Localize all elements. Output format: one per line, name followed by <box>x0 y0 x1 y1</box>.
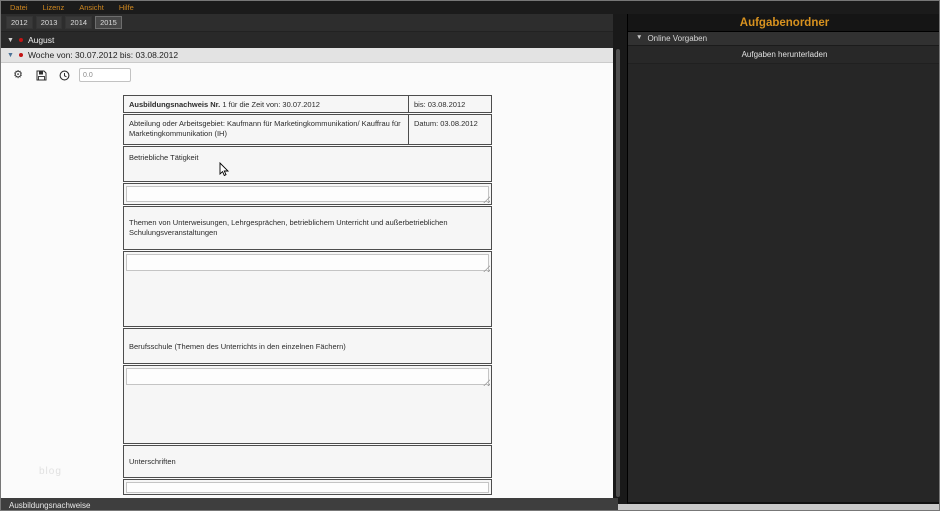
panel-title: Aufgabenordner <box>628 14 939 31</box>
section-label-themen: Themen von Unterweisungen, Lehrgespräche… <box>123 206 492 250</box>
status-text: Ausbildungsnachweise <box>9 500 91 510</box>
section-input-berufsschule <box>123 365 492 444</box>
chevron-down-icon[interactable]: ▼ <box>636 35 642 42</box>
week-group-row[interactable]: ▼ Woche von: 30.07.2012 bis: 03.08.2012 <box>1 48 613 63</box>
month-group-august[interactable]: ▼ August <box>1 32 613 48</box>
month-label: August <box>27 35 55 45</box>
download-tasks-button[interactable]: Aufgaben herunterladen <box>628 46 939 64</box>
week-toolbar: ⚙ <box>1 63 613 87</box>
report-bis-date: bis: 03.08.2012 <box>414 100 466 109</box>
tab-2013[interactable]: 2013 <box>35 15 63 30</box>
window-bottom-edge <box>618 504 939 510</box>
status-bar: Ausbildungsnachweise <box>1 498 618 510</box>
chevron-down-icon[interactable]: ▼ <box>7 52 14 59</box>
section-input-themen <box>123 251 492 327</box>
training-report-form: Ausbildungsnachweis Nr. 1 für die Zeit v… <box>123 95 492 496</box>
year-tab-bar: 2012 2013 2014 2015 <box>1 14 613 32</box>
menu-ansicht[interactable]: Ansicht <box>79 3 104 12</box>
tab-2015[interactable]: 2015 <box>95 15 122 30</box>
report-datum: Datum: 03.08.2012 <box>414 119 478 128</box>
online-vorgaben-group[interactable]: ▼ Online Vorgaben <box>628 31 939 46</box>
left-pane: 2012 2013 2014 2015 ▼ August ▼ Woche von… <box>1 14 613 498</box>
mouse-cursor-icon <box>219 162 230 177</box>
tab-2012[interactable]: 2012 <box>6 15 33 30</box>
vertical-scrollbar[interactable] <box>616 49 620 497</box>
week-label: Woche von: 30.07.2012 bis: 03.08.2012 <box>27 50 179 60</box>
unterschriften-textarea[interactable] <box>126 482 489 493</box>
pane-splitter[interactable] <box>613 14 627 504</box>
menu-datei[interactable]: Datei <box>10 3 28 12</box>
section-label-unterschriften: Unterschriften <box>123 445 492 478</box>
status-dot-icon <box>18 53 23 57</box>
report-title-bold: Ausbildungsnachweis Nr. <box>129 100 221 109</box>
hours-input[interactable] <box>79 68 131 82</box>
section-label-betriebliche-taetigkeit: Betriebliche Tätigkeit <box>123 146 492 182</box>
betriebliche-taetigkeit-textarea[interactable] <box>126 186 489 202</box>
form-header-row1: Ausbildungsnachweis Nr. 1 für die Zeit v… <box>123 95 492 113</box>
app-window: Datei Lizenz Ansicht Hilfe 2012 2013 201… <box>0 0 940 511</box>
report-title: Ausbildungsnachweis Nr. 1 für die Zeit v… <box>124 96 409 112</box>
aufgabenordner-panel: Aufgabenordner ▼ Online Vorgaben Aufgabe… <box>627 14 939 504</box>
section-input-unterschriften <box>123 479 492 495</box>
chevron-down-icon[interactable]: ▼ <box>7 37 14 44</box>
menu-lizenz[interactable]: Lizenz <box>43 3 65 12</box>
watermark-text: blog <box>39 466 62 477</box>
group-label: Online Vorgaben <box>647 34 708 43</box>
report-department: Abteilung oder Arbeitsgebiet: Kaufmann f… <box>124 115 409 144</box>
themen-textarea[interactable] <box>126 254 489 271</box>
section-input-betriebliche-taetigkeit <box>123 183 492 205</box>
form-header-row2: Abteilung oder Arbeitsgebiet: Kaufmann f… <box>123 114 492 145</box>
menu-bar: Datei Lizenz Ansicht Hilfe <box>1 1 939 14</box>
clock-icon[interactable] <box>58 69 70 81</box>
menu-hilfe[interactable]: Hilfe <box>119 3 134 12</box>
report-title-rest: 1 für die Zeit von: 30.07.2012 <box>220 100 320 109</box>
tab-2014[interactable]: 2014 <box>65 15 93 30</box>
status-dot-icon <box>18 38 23 42</box>
section-label-berufsschule: Berufsschule (Themen des Unterrichts in … <box>123 328 492 364</box>
save-icon[interactable] <box>35 69 47 81</box>
gear-icon[interactable]: ⚙ <box>12 69 24 81</box>
berufsschule-textarea[interactable] <box>126 368 489 385</box>
